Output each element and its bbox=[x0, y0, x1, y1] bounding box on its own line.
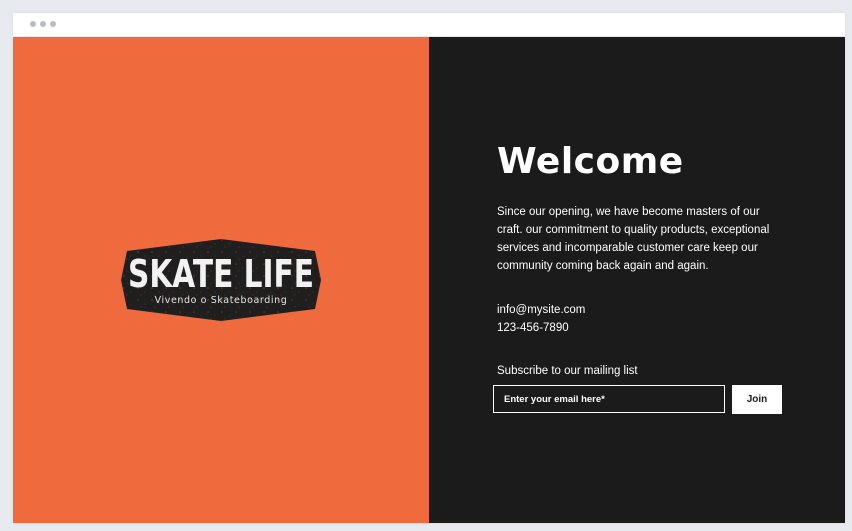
contact-email: info@mysite.com bbox=[497, 304, 586, 316]
page-title: Welcome bbox=[497, 141, 684, 182]
window-dot-icon bbox=[30, 21, 36, 27]
intro-text: Since our opening, we have become master… bbox=[497, 206, 770, 272]
window-dot-icon bbox=[40, 21, 46, 27]
logo-title: SKATE LIFE bbox=[128, 252, 314, 296]
logo-panel: SKATE LIFE Vivendo o Skateboarding bbox=[13, 37, 429, 523]
skate-life-logo: SKATE LIFE Vivendo o Skateboarding bbox=[121, 239, 321, 321]
contact-phone: 123-456-7890 bbox=[497, 322, 569, 334]
email-input[interactable] bbox=[493, 385, 725, 413]
join-button[interactable]: Join bbox=[732, 385, 782, 414]
window-dot-icon bbox=[50, 21, 56, 27]
info-panel: Welcome Since our opening, we have becom… bbox=[429, 37, 845, 523]
window-titlebar bbox=[13, 13, 845, 37]
browser-window: SKATE LIFE Vivendo o Skateboarding Welco… bbox=[13, 13, 845, 523]
logo-tagline: Vivendo o Skateboarding bbox=[155, 295, 288, 306]
subscribe-label: Subscribe to our mailing list bbox=[497, 365, 638, 377]
page-content: SKATE LIFE Vivendo o Skateboarding Welco… bbox=[13, 37, 845, 523]
